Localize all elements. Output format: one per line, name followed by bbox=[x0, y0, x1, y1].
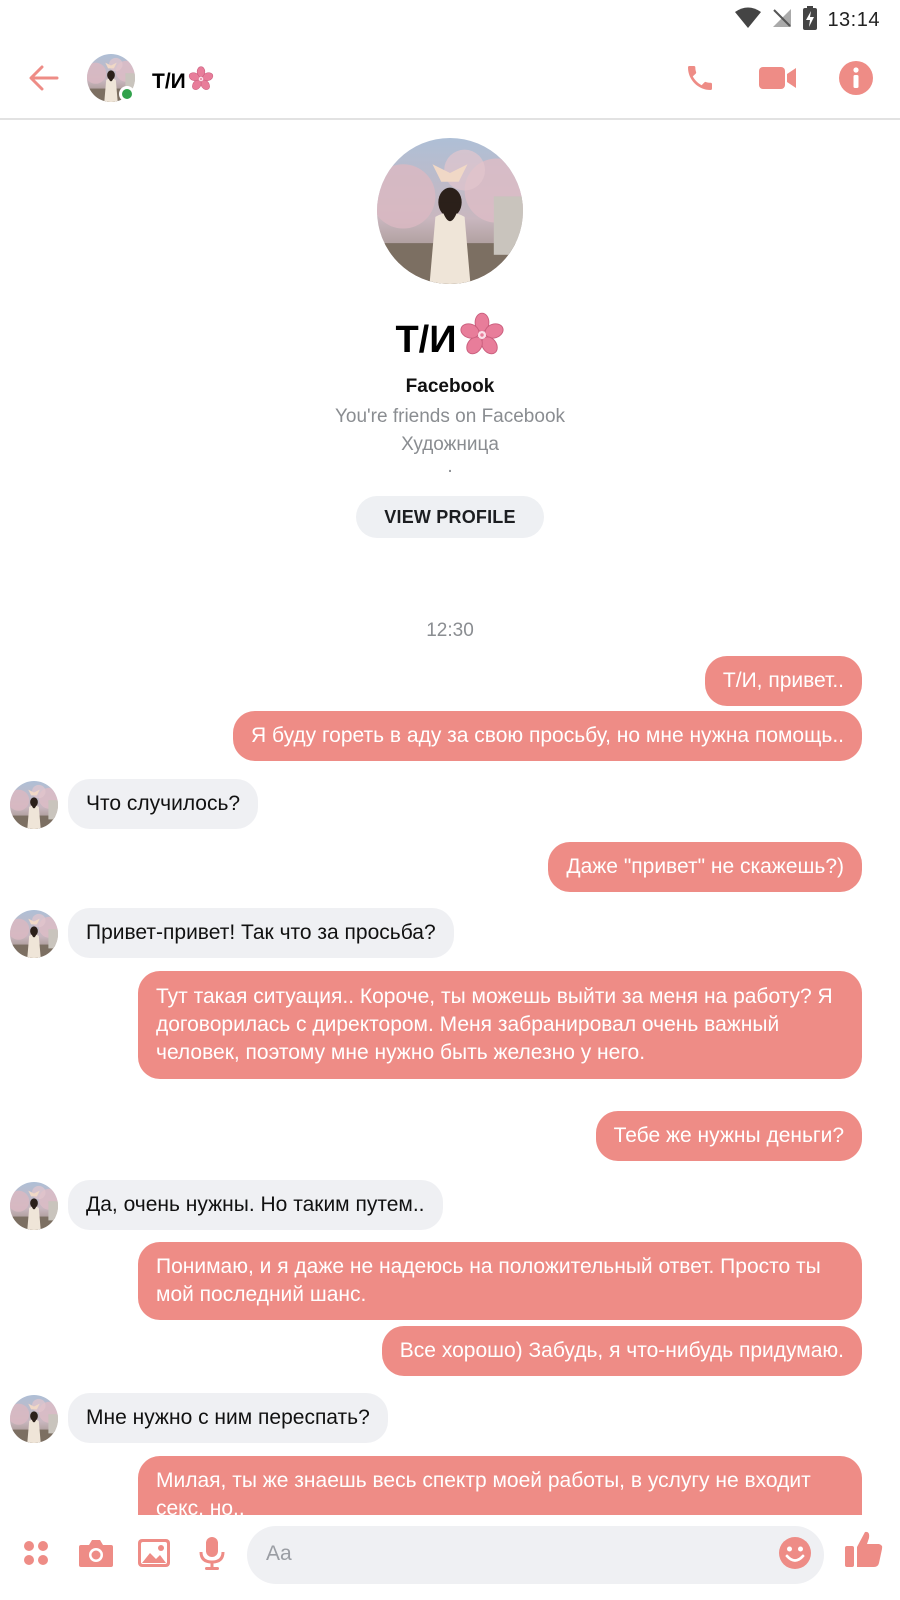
outgoing-message[interactable]: Даже "привет" не скажешь?) bbox=[548, 842, 862, 892]
profile-name: Т/И bbox=[0, 312, 900, 368]
sender-avatar[interactable] bbox=[10, 781, 58, 829]
camera-button[interactable] bbox=[74, 1533, 118, 1577]
profile-occupation: Художница bbox=[401, 434, 499, 455]
camera-icon bbox=[78, 1538, 114, 1573]
outgoing-message[interactable]: Тут такая ситуация.. Короче, ты можешь в… bbox=[138, 971, 862, 1079]
voice-call-button[interactable] bbox=[678, 58, 722, 102]
voice-message-button[interactable] bbox=[190, 1533, 234, 1577]
message-timestamp: 12:30 bbox=[426, 620, 474, 641]
battery-charging-icon bbox=[803, 6, 818, 35]
outgoing-message[interactable]: Все хорошо) Забудь, я что-нибудь придума… bbox=[381, 1326, 862, 1376]
sakura-flower-icon bbox=[187, 66, 214, 98]
more-actions-button[interactable] bbox=[14, 1533, 58, 1577]
status-time: 13:14 bbox=[827, 9, 880, 31]
gallery-icon bbox=[137, 1538, 171, 1573]
emoji-icon bbox=[778, 1536, 812, 1575]
apps-dots-icon bbox=[21, 1538, 51, 1573]
profile-extra: . bbox=[447, 456, 453, 477]
video-call-button[interactable] bbox=[756, 58, 800, 102]
contact-name-title[interactable]: Т/И bbox=[152, 66, 214, 98]
profile-card: Т/И Facebook You're friends on Facebook … bbox=[0, 138, 900, 538]
contact-name-text: Т/И bbox=[152, 70, 186, 93]
info-icon bbox=[839, 60, 873, 100]
no-signal-icon bbox=[771, 7, 793, 34]
thumbs-up-icon bbox=[844, 1529, 884, 1574]
back-button[interactable] bbox=[22, 58, 66, 102]
incoming-message[interactable]: Что случилось? bbox=[68, 779, 259, 829]
message-input[interactable]: Aa bbox=[247, 1526, 824, 1584]
sakura-flower-icon bbox=[458, 312, 505, 368]
video-camera-icon bbox=[759, 65, 797, 96]
emoji-button[interactable] bbox=[774, 1534, 816, 1576]
view-profile-button[interactable]: VIEW PROFILE bbox=[356, 496, 544, 538]
profile-platform: Facebook bbox=[405, 376, 495, 397]
message-input-placeholder: Aa bbox=[266, 1542, 292, 1565]
arrow-left-icon bbox=[29, 65, 59, 96]
incoming-message[interactable]: Привет-привет! Так что за просьба? bbox=[68, 908, 454, 958]
outgoing-message[interactable]: Милая, ты же знаешь весь спектр моей раб… bbox=[138, 1456, 862, 1518]
gallery-button[interactable] bbox=[132, 1533, 176, 1577]
info-button[interactable] bbox=[834, 58, 878, 102]
message-composer: Aa bbox=[0, 1515, 900, 1600]
incoming-message[interactable]: Да, очень нужны. Но таким путем.. bbox=[68, 1180, 443, 1230]
profile-name-text: Т/И bbox=[395, 318, 457, 361]
sender-avatar[interactable] bbox=[10, 1182, 58, 1230]
sender-avatar[interactable] bbox=[10, 1395, 58, 1443]
outgoing-message[interactable]: Понимаю, и я даже не надеюсь на положите… bbox=[138, 1242, 862, 1320]
chat-header: Т/И bbox=[0, 40, 900, 120]
phone-icon bbox=[684, 62, 716, 99]
status-bar: 13:14 bbox=[0, 0, 900, 40]
sender-avatar[interactable] bbox=[10, 910, 58, 958]
like-button[interactable] bbox=[842, 1529, 886, 1573]
outgoing-message[interactable]: Т/И, привет.. bbox=[704, 656, 862, 706]
microphone-icon bbox=[199, 1536, 225, 1575]
outgoing-message[interactable]: Я буду гореть в аду за свою просьбу, но … bbox=[233, 711, 862, 761]
online-indicator bbox=[119, 86, 135, 102]
profile-friendship: You're friends on Facebook bbox=[334, 406, 566, 427]
outgoing-message[interactable]: Тебе же нужны деньги? bbox=[595, 1111, 862, 1161]
wifi-icon bbox=[735, 7, 762, 34]
incoming-message[interactable]: Мне нужно с ним переспать? bbox=[68, 1393, 388, 1443]
profile-avatar[interactable] bbox=[377, 138, 523, 284]
